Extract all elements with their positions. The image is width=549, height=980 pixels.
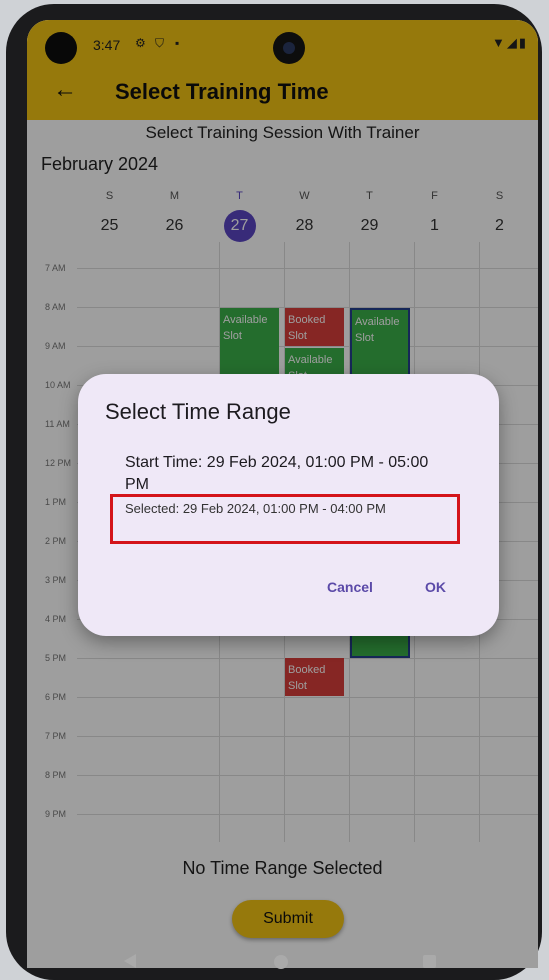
nav-back-icon[interactable] xyxy=(124,954,136,968)
nav-home-icon[interactable] xyxy=(274,955,288,969)
time-range-dialog: Select Time Range Start Time: 29 Feb 202… xyxy=(78,374,499,636)
highlight-box xyxy=(110,494,460,544)
start-time-text: Start Time: 29 Feb 2024, 01:00 PM - 05:0… xyxy=(125,454,429,493)
phone-frame: 3:47 ⚙ ⛉ ▪ ▼◢▮ ← Select Training Time Se… xyxy=(6,4,542,980)
dialog-title: Select Time Range xyxy=(105,399,291,424)
nav-recents-icon[interactable] xyxy=(423,955,436,968)
app-screen: 3:47 ⚙ ⛉ ▪ ▼◢▮ ← Select Training Time Se… xyxy=(27,20,538,968)
ok-button[interactable]: OK xyxy=(425,579,446,595)
cancel-button[interactable]: Cancel xyxy=(327,579,373,595)
